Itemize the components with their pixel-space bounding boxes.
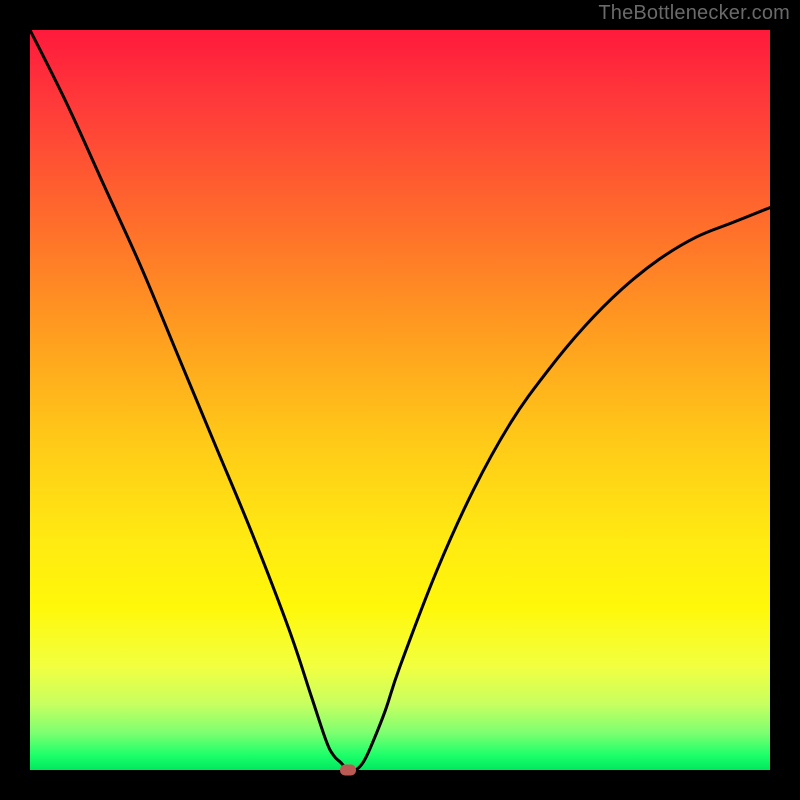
curve-layer	[30, 30, 770, 770]
bottleneck-curve	[30, 30, 770, 770]
optimum-marker	[340, 765, 356, 776]
attribution-text: TheBottlenecker.com	[598, 2, 790, 25]
plot-area	[30, 30, 770, 770]
chart-frame: TheBottlenecker.com	[0, 0, 800, 800]
